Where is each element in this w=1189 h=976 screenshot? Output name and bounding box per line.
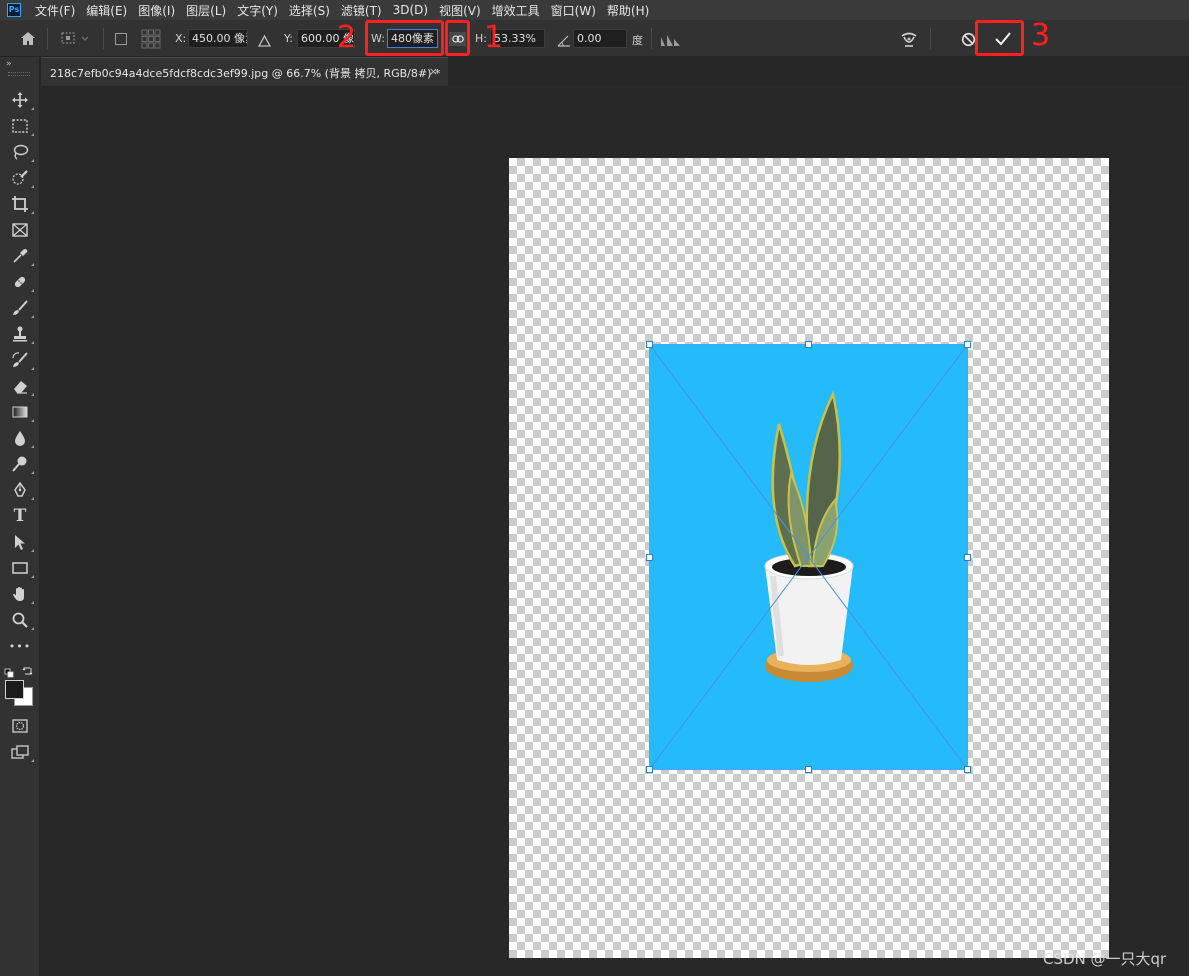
menu-window[interactable]: 窗口(W) (551, 2, 596, 19)
x-position-field[interactable]: 450.00 像素 (188, 29, 248, 48)
menu-image[interactable]: 图像(I) (138, 2, 175, 19)
cancel-transform-icon[interactable] (961, 32, 976, 51)
close-tab-icon[interactable]: × (429, 65, 438, 78)
transform-handle-top-left[interactable] (646, 341, 653, 348)
eyedropper-tool-icon[interactable] (9, 246, 34, 266)
transform-handle-middle-right[interactable] (964, 554, 971, 561)
frame-tool-icon[interactable] (9, 220, 31, 240)
quick-mask-icon[interactable] (9, 716, 31, 736)
menu-bar: Ps 文件(F) 编辑(E) 图像(I) 图层(L) 文字(Y) 选择(S) 滤… (0, 0, 1189, 20)
csdn-watermark: CSDN @一只大qr (1043, 950, 1167, 968)
y-label: Y: (284, 32, 293, 45)
lasso-tool-icon[interactable] (9, 142, 34, 162)
path-selection-tool-icon[interactable] (9, 532, 34, 552)
photoshop-logo: Ps (7, 3, 21, 17)
relative-position-icon[interactable] (257, 32, 272, 51)
tools-panel: » T ••• (0, 57, 40, 976)
menu-layer[interactable]: 图层(L) (186, 2, 226, 19)
foreground-color-swatch[interactable] (5, 680, 24, 699)
transform-reference-icon[interactable] (60, 31, 90, 51)
move-tool-icon[interactable] (9, 90, 34, 110)
skew-icon[interactable] (660, 32, 682, 51)
degree-label: 度 (632, 34, 643, 47)
transform-handle-bottom-middle[interactable] (805, 766, 812, 773)
quick-selection-tool-icon[interactable] (9, 168, 34, 188)
annotation-number-1: 1 (484, 20, 504, 55)
menu-filter[interactable]: 滤镜(T) (341, 2, 382, 19)
menu-help[interactable]: 帮助(H) (607, 2, 649, 19)
panel-grip[interactable] (8, 72, 30, 76)
zoom-tool-icon[interactable] (9, 610, 34, 630)
annotation-box-link (445, 20, 470, 56)
x-label: X: (175, 32, 187, 45)
brush-tool-icon[interactable] (9, 298, 34, 318)
eraser-tool-icon[interactable] (9, 376, 34, 396)
transform-handle-middle-left[interactable] (646, 554, 653, 561)
transform-handle-bottom-left[interactable] (646, 766, 653, 773)
annotation-box-commit (975, 20, 1024, 56)
pen-tool-icon[interactable] (9, 480, 34, 500)
menu-edit[interactable]: 编辑(E) (86, 2, 127, 19)
more-tools-icon[interactable]: ••• (9, 636, 31, 656)
menu-view[interactable]: 视图(V) (439, 2, 481, 19)
document-tab-bar: 218c7efb0c94a4dce5fdcf8cdc3ef99.jpg @ 66… (0, 57, 1189, 86)
swap-colors-icon[interactable] (22, 662, 33, 681)
gradient-tool-icon[interactable] (9, 402, 34, 422)
home-icon[interactable] (19, 30, 37, 51)
annotation-box-width (365, 20, 444, 56)
transform-handle-top-middle[interactable] (805, 341, 812, 348)
screen-mode-icon[interactable] (9, 742, 34, 762)
crop-tool-icon[interactable] (9, 194, 34, 214)
rotation-field[interactable]: 0.00 (573, 29, 627, 48)
transform-handle-bottom-right[interactable] (964, 766, 971, 773)
history-brush-tool-icon[interactable] (9, 350, 34, 370)
menu-plugins[interactable]: 增效工具 (492, 2, 540, 19)
menu-file[interactable]: 文件(F) (35, 2, 75, 19)
reference-point-grid-icon[interactable] (141, 29, 161, 53)
free-transform-bounding-box[interactable] (646, 341, 971, 773)
menu-type[interactable]: 文字(Y) (237, 2, 278, 19)
blur-tool-icon[interactable] (9, 428, 34, 448)
hand-tool-icon[interactable] (9, 584, 34, 604)
options-bar: X: 450.00 像素 Y: 600.00 像素 W: 480像素 H: 53… (0, 20, 1189, 57)
healing-brush-tool-icon[interactable] (9, 272, 34, 292)
dodge-tool-icon[interactable] (9, 454, 34, 474)
transform-handle-top-right[interactable] (964, 341, 971, 348)
collapse-panel-icon[interactable]: » (6, 59, 11, 69)
annotation-number-3: 3 (1031, 18, 1051, 53)
type-tool-icon[interactable]: T (9, 506, 31, 526)
puppet-warp-icon[interactable] (899, 29, 919, 53)
clone-stamp-tool-icon[interactable] (9, 324, 34, 344)
transform-diagonals (649, 344, 968, 770)
menu-3d[interactable]: 3D(D) (393, 3, 428, 17)
rotate-angle-icon (557, 32, 571, 51)
menu-select[interactable]: 选择(S) (289, 2, 330, 19)
rectangle-tool-icon[interactable] (9, 558, 34, 578)
reference-point-checkbox[interactable] (115, 33, 127, 45)
annotation-number-2: 2 (337, 20, 357, 55)
rectangular-marquee-tool-icon[interactable] (9, 116, 34, 136)
document-tab-title: 218c7efb0c94a4dce5fdcf8cdc3ef99.jpg @ 66… (50, 67, 441, 80)
document-tab[interactable]: 218c7efb0c94a4dce5fdcf8cdc3ef99.jpg @ 66… (41, 57, 448, 86)
